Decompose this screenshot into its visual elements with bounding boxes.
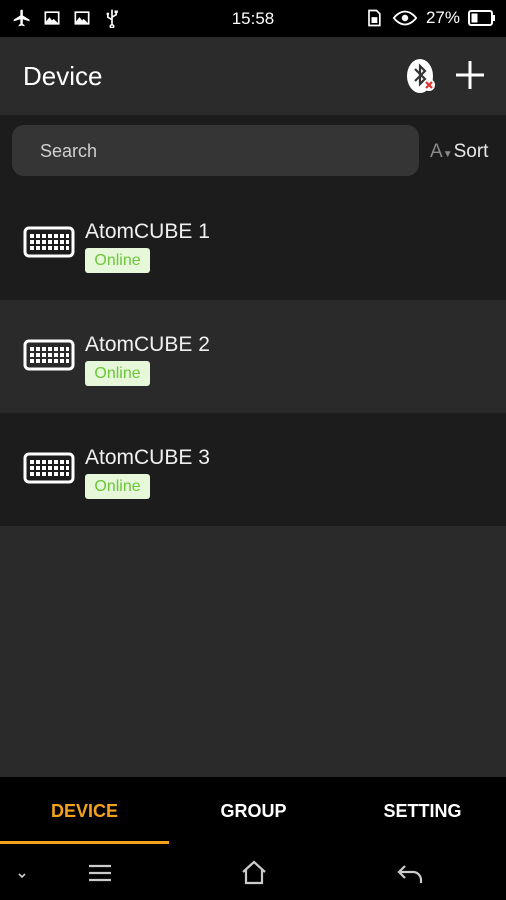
sort-button[interactable]: A▼ Sort (430, 141, 488, 163)
bottom-tab-bar: DEVICE GROUP SETTING (0, 777, 506, 845)
page-title: Device (23, 61, 103, 91)
status-badge: Online (85, 248, 150, 273)
chevron-down-icon[interactable] (12, 859, 32, 887)
device-name: AtomCUBE 2 (85, 333, 210, 356)
back-icon[interactable] (396, 859, 424, 887)
device-row[interactable]: AtomCUBE 3 Online (0, 413, 506, 526)
bluetooth-disabled-icon[interactable] (404, 57, 438, 95)
home-icon[interactable] (240, 859, 268, 887)
menu-icon[interactable] (86, 859, 114, 887)
status-icons-right: 27% (364, 8, 496, 28)
battery-percent: 27% (425, 8, 460, 27)
tab-setting[interactable]: SETTING (338, 777, 506, 845)
tab-device[interactable]: DEVICE (0, 777, 169, 845)
status-bar: 15:58 27% (0, 0, 506, 37)
search-placeholder: Search (40, 141, 98, 161)
tab-group[interactable]: GROUP (169, 777, 338, 845)
keyboard-icon (23, 452, 75, 484)
sort-az-icon: A▼ (430, 141, 453, 162)
device-name: AtomCUBE 3 (85, 446, 210, 469)
eye-icon (392, 10, 418, 26)
keyboard-icon (23, 339, 75, 371)
system-nav-bar (0, 845, 506, 900)
sort-label: Sort (453, 141, 489, 162)
search-input[interactable]: Search (12, 125, 419, 176)
status-badge: Online (85, 474, 150, 499)
status-badge: Online (85, 361, 150, 386)
active-tab-indicator (0, 841, 169, 844)
add-device-button[interactable] (453, 58, 487, 92)
battery-icon (468, 10, 495, 26)
keyboard-icon (23, 226, 75, 258)
sort-az-letter: A (430, 141, 443, 162)
device-name: AtomCUBE 1 (85, 220, 210, 243)
device-list: AtomCUBE 1 Online AtomCUBE 2 Online Atom… (0, 187, 506, 526)
search-bar-row: Search A▼ Sort (0, 115, 506, 187)
sim-icon (368, 9, 381, 27)
device-row[interactable]: AtomCUBE 1 Online (0, 187, 506, 300)
device-row[interactable]: AtomCUBE 2 Online (0, 300, 506, 413)
